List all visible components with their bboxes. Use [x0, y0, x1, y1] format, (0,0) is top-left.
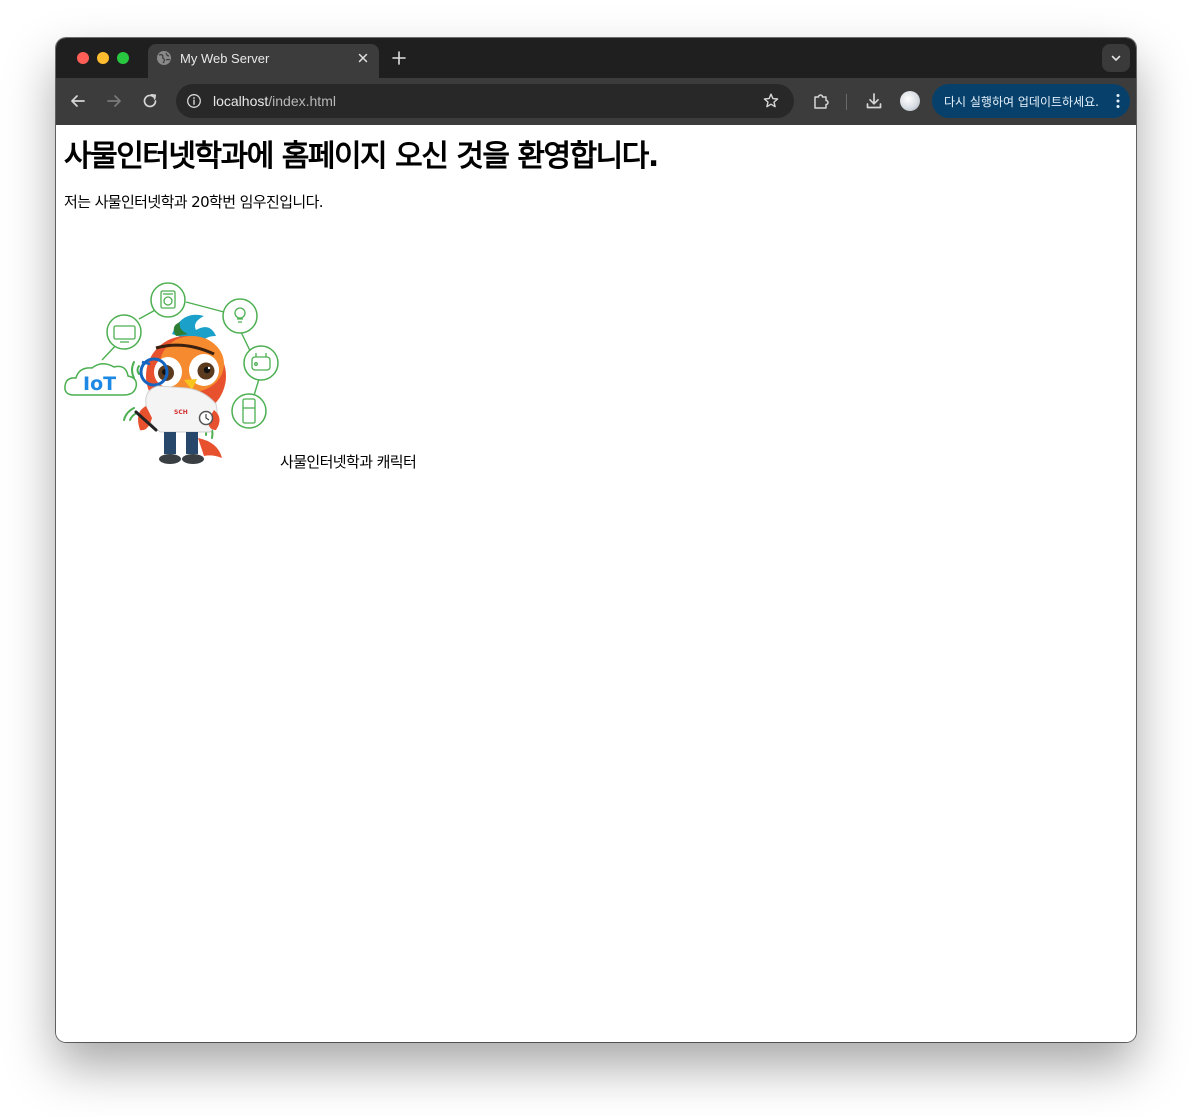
arrow-left-icon[interactable] [68, 91, 88, 111]
page-heading: 사물인터넷학과에 홈페이지 오신 것을 환영합니다. [64, 139, 659, 174]
owl-character: SCH [134, 314, 226, 464]
cloud-label: IoT [83, 373, 116, 395]
reload-icon[interactable] [140, 91, 160, 111]
mascot-caption: 사물인터넷학과 캐릭터 [280, 453, 417, 471]
arrow-right-icon[interactable] [104, 91, 124, 111]
mascot-badge: SCH [174, 409, 188, 416]
tab-title: My Web Server [180, 51, 270, 66]
puzzle-icon[interactable] [811, 91, 831, 111]
chevron-down-icon [1111, 55, 1121, 61]
plus-icon[interactable] [390, 49, 408, 67]
address-bar[interactable]: localhost/index.html [176, 84, 794, 118]
browser-window: My Web Server localhost/index.html 다시 실행… [56, 38, 1136, 1042]
download-icon[interactable] [864, 91, 884, 111]
relaunch-update-button[interactable]: 다시 실행하여 업데이트하세요. [932, 84, 1130, 118]
close-window-button[interactable] [77, 52, 89, 64]
minimize-window-button[interactable] [97, 52, 109, 64]
url-path: /index.html [268, 93, 336, 109]
info-icon[interactable] [186, 93, 202, 109]
tab-search-button[interactable] [1102, 44, 1130, 72]
iot-mascot-image: IoT SCH [64, 282, 279, 464]
close-icon[interactable] [355, 50, 371, 66]
globe-icon [157, 51, 171, 65]
url-text: localhost/index.html [213, 93, 336, 109]
tab-strip: My Web Server [56, 38, 1136, 78]
kebab-menu-icon[interactable] [1116, 93, 1120, 109]
avatar[interactable] [900, 91, 920, 111]
zoom-window-button[interactable] [117, 52, 129, 64]
url-host: localhost [213, 93, 269, 109]
intro-text: 저는 사물인터넷학과 20학번 임우진입니다. [64, 193, 324, 211]
toolbar-separator [846, 94, 847, 110]
update-label: 다시 실행하여 업데이트하세요. [944, 95, 1099, 109]
star-icon[interactable] [762, 92, 780, 110]
tab-my-web-server[interactable]: My Web Server [148, 44, 379, 78]
toolbar: localhost/index.html 다시 실행하여 업데이트하세요. [56, 78, 1136, 125]
page-content: 사물인터넷학과에 홈페이지 오신 것을 환영합니다. 저는 사물인터넷학과 20… [56, 125, 1136, 1042]
